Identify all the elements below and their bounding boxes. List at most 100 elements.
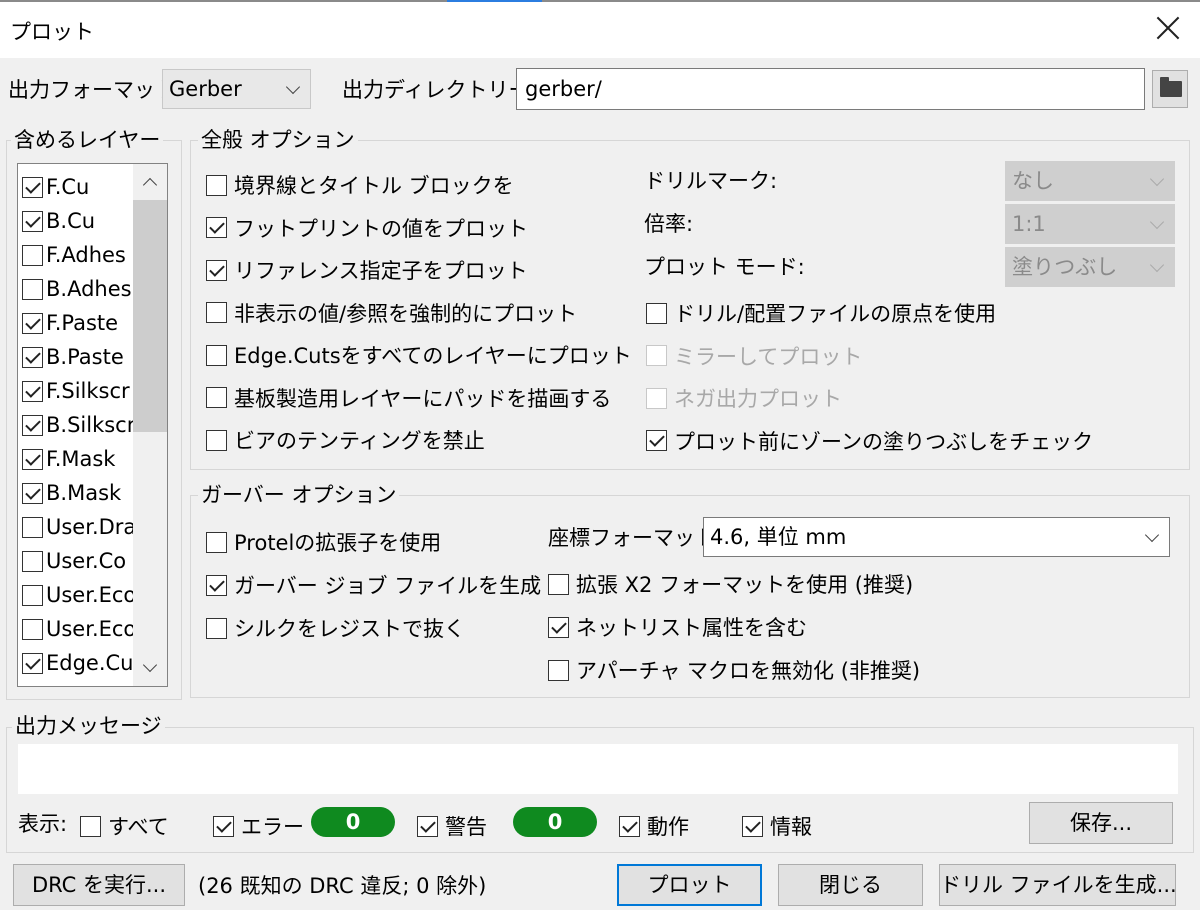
checkbox-box: [22, 448, 43, 470]
coordinate-format-select[interactable]: 4.6, 単位 mm: [703, 517, 1170, 557]
layer-item[interactable]: User.Eco: [22, 578, 136, 612]
general-option-checkbox[interactable]: リファレンス指定子をプロット: [206, 255, 528, 285]
chevron-down-icon: [1144, 527, 1160, 543]
plot-mode-value: 塗りつぶし: [1012, 255, 1118, 279]
plot-mode-select[interactable]: 塗りつぶし: [1005, 247, 1175, 287]
checkbox-box: [22, 687, 43, 688]
checkbox-box: [742, 815, 763, 837]
checkbox-box: [22, 380, 43, 402]
gerber-option-checkbox[interactable]: ガーバー ジョブ ファイルを生成: [206, 570, 541, 600]
general-option-checkbox-label: Edge.Cutsをすべてのレイヤーにプロット: [234, 344, 632, 368]
checkbox-box: [646, 302, 667, 324]
browse-folder-button[interactable]: [1152, 70, 1188, 108]
output-directory-input[interactable]: gerber/: [516, 68, 1145, 110]
layer-item[interactable]: B.Silkscr: [22, 408, 135, 442]
checkbox-box: [206, 217, 227, 238]
drill-mark-label: ドリルマーク:: [644, 169, 778, 193]
layer-item[interactable]: B.Cu: [22, 204, 95, 238]
layer-item[interactable]: F.Cu: [22, 170, 89, 204]
checkbox-box: [646, 387, 667, 409]
layer-item[interactable]: User.Co: [22, 544, 126, 578]
general-options-title: 全般 オプション: [198, 127, 358, 153]
save-messages-button[interactable]: 保存...: [1029, 802, 1173, 844]
filter-actions-label: 動作: [647, 815, 689, 839]
coordinate-format-value: 4.6, 単位 mm: [710, 525, 847, 549]
checkbox-box: [206, 531, 227, 553]
checkbox-box: [22, 652, 43, 674]
gerber-option-checkbox[interactable]: シルクをレジストで抜く: [206, 613, 465, 643]
filter-info-checkbox[interactable]: 情報: [742, 811, 812, 841]
scroll-thumb[interactable]: [133, 200, 167, 432]
error-count-badge: 0: [311, 807, 395, 837]
output-directory-label: 出力ディレクトリー:: [342, 78, 537, 102]
chevron-down-icon: [1149, 257, 1165, 273]
layer-item-label: B.Paste: [46, 345, 124, 369]
window-title: プロット: [10, 20, 94, 44]
layer-item-label: User.Eco: [46, 617, 137, 641]
filter-actions-checkbox[interactable]: 動作: [619, 811, 689, 841]
layer-item-label: User.Co: [46, 549, 127, 573]
layer-item-label: User.Dra: [46, 515, 137, 539]
general-option-checkbox-label: 基板製造用レイヤーにパッドを描画する: [234, 386, 612, 411]
checkbox-box: [548, 659, 569, 681]
general-option-checkbox[interactable]: 基板製造用レイヤーにパッドを描画する: [206, 383, 611, 413]
gerber-right-option-checkbox[interactable]: 拡張 X2 フォーマットを使用 (推奨): [548, 569, 913, 599]
general-right-option-checkbox: ミラーしてプロット: [646, 341, 862, 371]
drill-mark-select[interactable]: なし: [1005, 161, 1175, 201]
general-right-option-checkbox[interactable]: ドリル/配置ファイルの原点を使用: [646, 298, 996, 328]
general-right-option-checkbox[interactable]: プロット前にゾーンの塗りつぶしをチェック: [646, 426, 1093, 456]
layer-item-label: Edge.Cu: [46, 651, 134, 675]
generate-drill-files-button[interactable]: ドリル ファイルを生成...: [939, 864, 1177, 906]
filter-all-label: すべて: [108, 815, 169, 839]
scale-value: 1:1: [1012, 212, 1046, 236]
close-icon[interactable]: [1150, 11, 1186, 47]
general-option-checkbox[interactable]: Edge.Cutsをすべてのレイヤーにプロット: [206, 340, 632, 370]
layer-item[interactable]: B.Adhes: [22, 272, 132, 306]
title-bar: プロット: [0, 2, 1200, 58]
filter-all-checkbox[interactable]: すべて: [80, 811, 169, 841]
scroll-down-icon[interactable]: [142, 657, 158, 673]
layer-list[interactable]: F.Cu B.Cu F.Adhes B.Adhes F.Paste B.Paste F.Si…: [17, 163, 168, 687]
layer-item[interactable]: F.Paste: [22, 306, 118, 340]
close-button[interactable]: 閉じる: [778, 864, 923, 906]
general-right-option-checkbox-label: ネガ出力プロット: [674, 387, 842, 411]
layer-item[interactable]: Margin: [22, 680, 118, 688]
output-messages-title: 出力メッセージ: [12, 713, 165, 739]
layer-list-scrollbar[interactable]: [133, 164, 167, 686]
plot-button[interactable]: プロット: [617, 864, 762, 906]
chevron-down-icon: [1149, 171, 1165, 187]
layer-item[interactable]: F.Mask: [22, 442, 115, 476]
scale-select[interactable]: 1:1: [1005, 204, 1175, 244]
scroll-up-icon[interactable]: [142, 177, 158, 193]
layer-item[interactable]: B.Mask: [22, 476, 121, 510]
warning-count-badge: 0: [513, 807, 597, 837]
layer-item[interactable]: F.Silkscr: [22, 374, 130, 408]
layer-item-label: F.Cu: [46, 175, 90, 199]
filter-errors-checkbox[interactable]: エラー: [213, 811, 304, 841]
gerber-option-checkbox-label: Protelの拡張子を使用: [234, 531, 442, 555]
general-option-checkbox[interactable]: ビアのテンティングを禁止: [206, 425, 485, 455]
checkbox-box: [22, 550, 43, 572]
layer-item[interactable]: Edge.Cu: [22, 646, 134, 680]
layer-item[interactable]: User.Dra: [22, 510, 136, 544]
checkbox-box: [22, 312, 43, 334]
gerber-option-checkbox[interactable]: Protelの拡張子を使用: [206, 527, 441, 557]
run-drc-button[interactable]: DRC を実行...: [13, 864, 185, 906]
gerber-right-option-checkbox[interactable]: ネットリスト属性を含む: [548, 612, 807, 642]
layer-item[interactable]: F.Adhes: [22, 238, 126, 272]
filter-warnings-checkbox[interactable]: 警告: [417, 811, 487, 841]
layer-item[interactable]: B.Paste: [22, 340, 124, 374]
gerber-right-option-checkbox-label: 拡張 X2 フォーマットを使用 (推奨): [576, 573, 914, 597]
checkbox-box: [22, 516, 43, 538]
output-format-select[interactable]: Gerber: [162, 69, 311, 109]
general-option-checkbox[interactable]: フットプリントの値をプロット: [206, 213, 528, 243]
general-option-checkbox[interactable]: 非表示の値/参照を強制的にプロット: [206, 298, 577, 328]
layer-item-label: User.Eco: [46, 583, 137, 607]
layer-item[interactable]: User.Eco: [22, 612, 136, 646]
checkbox-box: [22, 584, 43, 606]
message-output-area[interactable]: [18, 744, 1178, 794]
gerber-right-option-checkbox[interactable]: アパーチャ マクロを無効化 (非推奨): [548, 655, 920, 685]
general-option-checkbox-label: ビアのテンティングを禁止: [234, 429, 485, 453]
checkbox-box: [22, 618, 43, 640]
general-option-checkbox[interactable]: 境界線とタイトル ブロックを: [206, 170, 514, 200]
